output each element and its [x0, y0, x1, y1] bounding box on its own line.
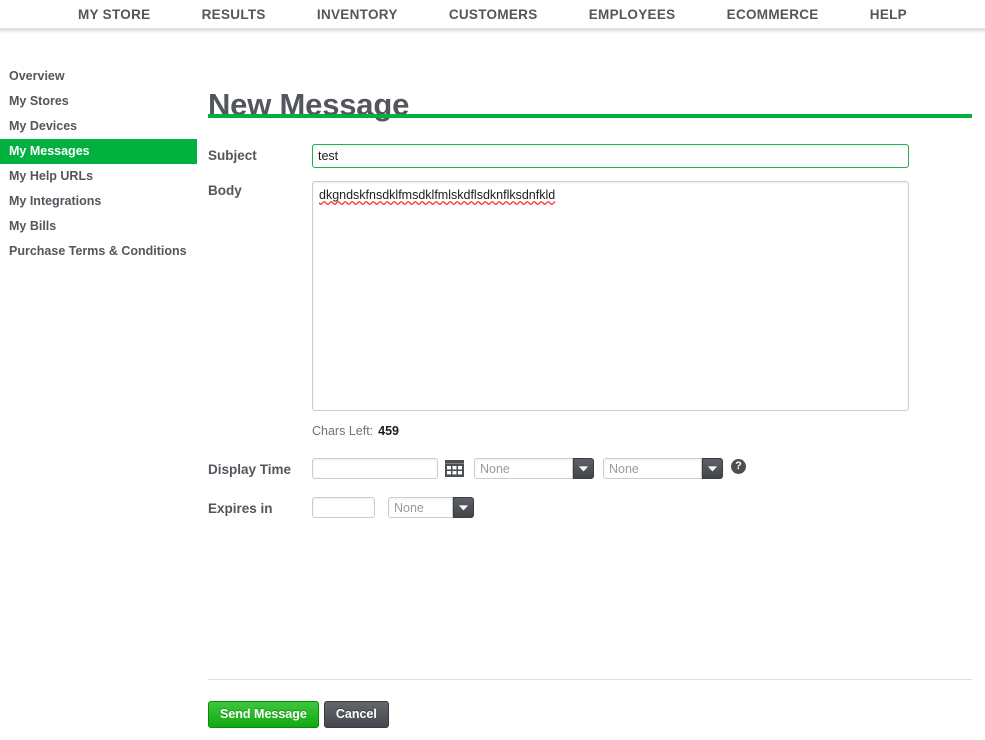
sidebar-item-overview[interactable]: Overview: [0, 64, 197, 89]
sidebar-item-my-messages[interactable]: My Messages: [0, 139, 197, 164]
sidebar: Overview My Stores My Devices My Message…: [0, 64, 197, 264]
title-underline-rule: [208, 114, 972, 118]
sidebar-item-my-stores[interactable]: My Stores: [0, 89, 197, 114]
display-time-label: Display Time: [208, 462, 292, 477]
subject-label: Subject: [208, 148, 257, 163]
chevron-down-icon[interactable]: [702, 458, 723, 479]
calendar-icon[interactable]: [444, 458, 465, 479]
chevron-down-icon[interactable]: [453, 497, 474, 518]
sidebar-item-my-bills[interactable]: My Bills: [0, 214, 197, 239]
expires-in-unit-value[interactable]: None: [388, 497, 453, 518]
chevron-down-icon[interactable]: [573, 458, 594, 479]
help-icon[interactable]: ?: [731, 459, 746, 474]
display-time-date-input[interactable]: [312, 458, 438, 479]
send-message-button[interactable]: Send Message: [208, 701, 319, 728]
sidebar-item-my-integrations[interactable]: My Integrations: [0, 189, 197, 214]
footer-divider: [208, 679, 972, 680]
display-time-hour-select[interactable]: None: [474, 458, 594, 479]
display-time-hour-value[interactable]: None: [474, 458, 573, 479]
expires-in-amount-input[interactable]: [312, 497, 375, 518]
chars-left-status: Chars Left: 459: [312, 424, 399, 438]
display-time-minute-select[interactable]: None: [603, 458, 723, 479]
sidebar-item-my-help-urls[interactable]: My Help URLs: [0, 164, 197, 189]
chars-left-label: Chars Left:: [312, 424, 374, 438]
cancel-button[interactable]: Cancel: [323, 701, 389, 728]
body-label: Body: [208, 183, 242, 198]
main-content: New Message Subject Body dkgndskfnsdklfm…: [208, 0, 985, 740]
body-textarea[interactable]: dkgndskfnsdklfmsdklfmlskdflsdknflksdnfkl…: [312, 181, 909, 411]
form-action-buttons: Send Message Cancel: [208, 701, 389, 728]
nav-my-store[interactable]: MY STORE: [78, 7, 150, 22]
chars-left-value: 459: [378, 424, 399, 438]
expires-in-unit-select[interactable]: None: [388, 497, 474, 518]
subject-input[interactable]: [312, 144, 909, 168]
expires-in-label: Expires in: [208, 501, 273, 516]
sidebar-item-my-devices[interactable]: My Devices: [0, 114, 197, 139]
display-time-minute-value[interactable]: None: [603, 458, 702, 479]
sidebar-item-purchase-terms-and-conditions[interactable]: Purchase Terms & Conditions: [0, 239, 197, 264]
